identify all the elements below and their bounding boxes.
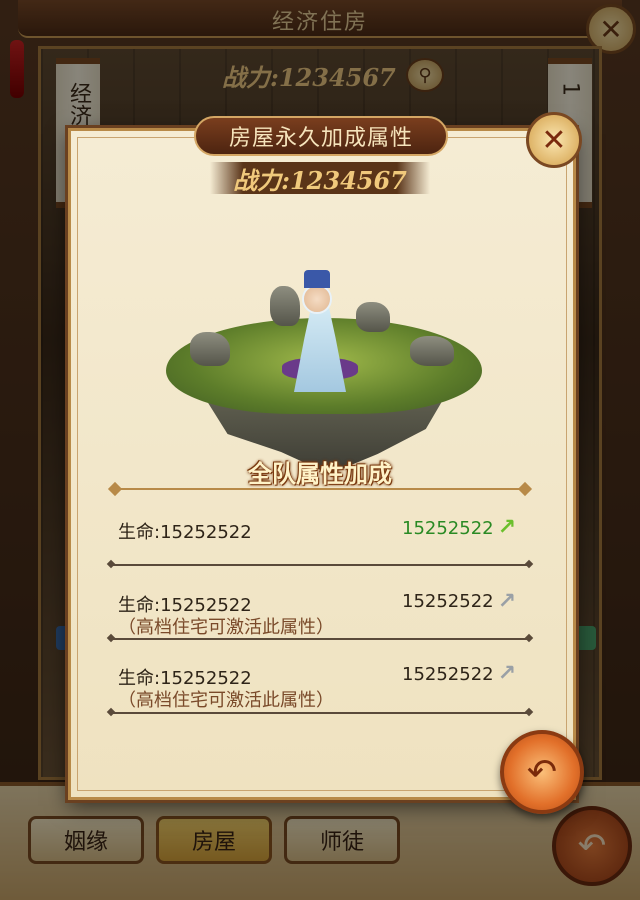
team-bonus-banner xyxy=(107,481,533,497)
up-arrow-icon: ↗ xyxy=(497,660,517,686)
row-divider xyxy=(110,564,530,566)
sage-hat xyxy=(304,270,330,288)
row-divider xyxy=(110,712,530,714)
activation-note: （高档住宅可激活此属性） xyxy=(118,690,334,711)
rock xyxy=(270,286,300,326)
rock xyxy=(356,302,390,332)
dialog-power: 战力:1234567 xyxy=(210,162,430,195)
row-divider xyxy=(110,638,530,640)
up-arrow-icon: ↗ xyxy=(497,588,517,614)
sage-head xyxy=(302,284,332,314)
rock xyxy=(190,332,230,366)
dialog-title: 房屋永久加成属性 xyxy=(194,116,448,156)
up-arrow-icon: ↗ xyxy=(497,514,517,540)
attribute-value: 15252522 xyxy=(402,664,494,685)
dialog-close-icon[interactable]: ✕ xyxy=(526,112,582,168)
attribute-value: 15252522 xyxy=(402,591,494,612)
activation-note: （高档住宅可激活此属性） xyxy=(118,617,334,638)
rock xyxy=(410,336,454,366)
attribute-label: 生命:15252522 xyxy=(118,522,252,543)
dialog-back-icon[interactable]: ↶ xyxy=(500,730,584,814)
attribute-value: 15252522 xyxy=(402,518,494,539)
